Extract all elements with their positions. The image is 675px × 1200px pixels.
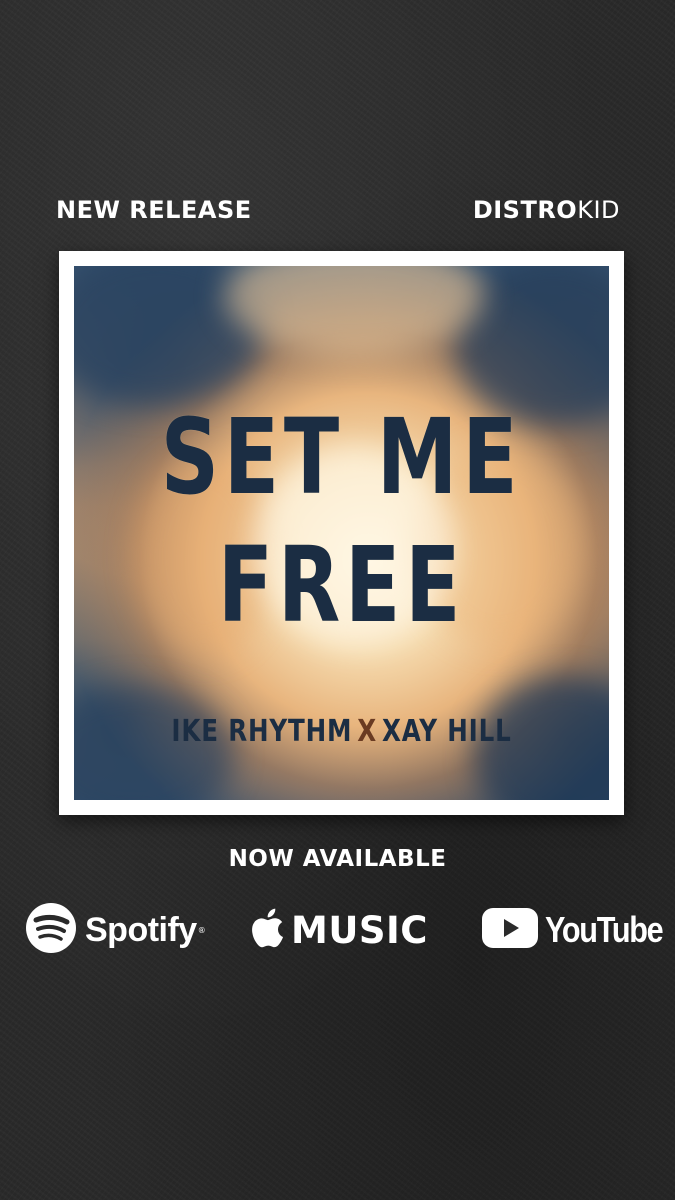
artist-1: IKE RHYTHM: [171, 714, 353, 749]
artist-2: XAY HILL: [381, 714, 512, 749]
release-poster: NEW RELEASE DISTROKID SET ME FREE IKE RH…: [0, 0, 675, 1200]
spotify-logo[interactable]: Spotify ®: [25, 900, 206, 960]
now-available-label: NOW AVAILABLE: [228, 846, 447, 872]
artist-separator: X: [357, 714, 378, 749]
apple-icon: [247, 905, 285, 955]
youtube-wordmark: YouTube: [545, 909, 664, 950]
brand-thin: KID: [577, 196, 620, 224]
apple-music-wordmark: MUSIC: [291, 908, 428, 952]
spotify-icon: [25, 902, 77, 958]
album-title-line-1: SET ME: [160, 396, 523, 518]
spotify-registered-mark: ®: [197, 925, 206, 935]
apple-music-logo[interactable]: MUSIC: [247, 900, 428, 960]
spotify-wordmark: Spotify: [85, 910, 197, 949]
distrokid-logo: DISTROKID: [473, 196, 620, 224]
album-cover: SET ME FREE IKE RHYTHM X XAY HILL: [74, 266, 609, 800]
youtube-logo[interactable]: YouTube: [481, 900, 675, 960]
artist-credits: IKE RHYTHM X XAY HILL: [122, 714, 561, 749]
album-cover-frame: SET ME FREE IKE RHYTHM X XAY HILL: [59, 251, 624, 815]
album-title-line-2: FREE: [217, 524, 466, 646]
new-release-label: NEW RELEASE: [56, 196, 252, 224]
youtube-play-icon: [481, 907, 539, 953]
brand-bold: DISTRO: [472, 196, 578, 224]
